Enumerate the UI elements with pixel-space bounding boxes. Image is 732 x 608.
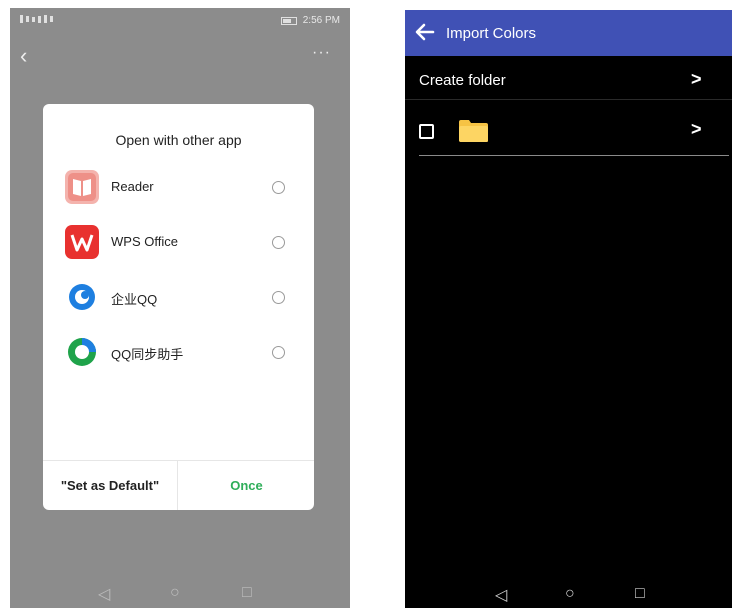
enterprise-qq-icon [65, 280, 99, 314]
once-button[interactable]: Once [179, 461, 314, 510]
navigation-bar: ◁ ○ □ [405, 580, 732, 608]
wps-office-icon [65, 225, 99, 259]
nav-home-icon[interactable]: ○ [170, 584, 180, 602]
qq-sync-assistant-icon [65, 335, 99, 369]
app-option-enterprise-qq[interactable]: 企业QQ [43, 277, 314, 317]
app-option-reader[interactable]: Reader [43, 167, 314, 207]
reader-icon [65, 170, 99, 204]
folder-row[interactable]: > [419, 106, 729, 156]
status-time: 2:56 PM [302, 15, 340, 26]
dialog-title: Open with other app [115, 132, 242, 148]
signal-icons [20, 15, 53, 23]
back-arrow-icon[interactable]: ‹ [20, 44, 40, 68]
app-label: WPS Office [111, 234, 178, 249]
chevron-right-icon: > [691, 69, 702, 89]
back-arrow-icon[interactable] [413, 20, 437, 44]
battery-icon [280, 16, 297, 25]
radio-button[interactable] [272, 181, 285, 194]
navigation-bar: ◁ ○ □ [10, 578, 350, 608]
radio-button[interactable] [272, 291, 285, 304]
app-bar: Import Colors [405, 10, 732, 56]
create-folder-label: Create folder [419, 72, 506, 89]
left-phone-screen: 2:56 PM ‹ ··· Open with other app Reader [10, 8, 350, 608]
folder-icon [458, 119, 489, 143]
page-title: Import Colors [446, 25, 537, 42]
app-option-qq-sync-assistant[interactable]: QQ同步助手 [43, 332, 314, 372]
app-label: 企业QQ [111, 292, 158, 307]
create-folder-row[interactable]: Create folder > [405, 60, 732, 100]
nav-back-icon[interactable]: ◁ [98, 584, 110, 604]
nav-recents-icon[interactable]: □ [635, 585, 645, 603]
nav-recents-icon[interactable]: □ [242, 584, 252, 602]
more-options-icon[interactable]: ··· [312, 44, 336, 64]
folder-checkbox[interactable] [419, 124, 434, 139]
radio-button[interactable] [272, 346, 285, 359]
app-label: QQ同步助手 [111, 347, 184, 362]
nav-home-icon[interactable]: ○ [565, 585, 575, 603]
status-bar: 2:56 PM [10, 8, 350, 34]
right-phone-screen: Import Colors Create folder > > ◁ ○ □ [405, 10, 732, 608]
app-option-wps-office[interactable]: WPS Office [43, 222, 314, 262]
open-with-dialog: Open with other app Reader WPS Office 企业… [43, 104, 314, 510]
set-as-default-button[interactable]: "Set as Default" [43, 461, 178, 510]
nav-back-icon[interactable]: ◁ [495, 585, 507, 605]
chevron-right-icon: > [691, 119, 702, 139]
app-label: Reader [111, 179, 154, 194]
dialog-footer: "Set as Default" Once [43, 460, 314, 510]
radio-button[interactable] [272, 236, 285, 249]
